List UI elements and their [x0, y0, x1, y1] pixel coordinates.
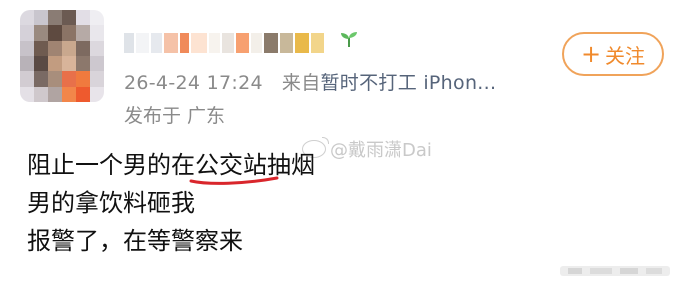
post-timestamp: 26-4-24 17:24	[124, 72, 263, 94]
content-line-1: 阻止一个男的在公交站 抽烟	[27, 146, 315, 185]
plus-icon: +	[580, 40, 602, 68]
post-meta: 26-4-24 17:24 来自暂时不打工 iPhon...	[124, 68, 496, 95]
content-line-3: 报警了，在等警察来	[27, 227, 243, 255]
watermark: @戴雨潇Dai	[302, 136, 432, 162]
content-line-2: 男的拿饮料砸我	[27, 189, 195, 217]
watermark-text: @戴雨潇Dai	[330, 140, 432, 161]
follow-label: 关注	[605, 43, 646, 68]
blurred-footer-mark	[560, 266, 670, 276]
follow-button[interactable]: + 关注	[562, 32, 664, 76]
username-pixelated[interactable]	[124, 32, 325, 54]
highlighted-phrase: 公交站	[189, 146, 279, 185]
avatar[interactable]	[20, 10, 104, 102]
source-link[interactable]: 暂时不打工 iPhon...	[321, 72, 497, 94]
post-location: 发布于 广东	[124, 105, 226, 127]
red-underline-mark	[189, 176, 279, 185]
sprout-icon	[341, 32, 357, 47]
source-prefix: 来自	[281, 72, 321, 94]
post-content: 阻止一个男的在公交站 抽烟 男的拿饮料砸我 报警了，在等警察来	[27, 146, 315, 260]
